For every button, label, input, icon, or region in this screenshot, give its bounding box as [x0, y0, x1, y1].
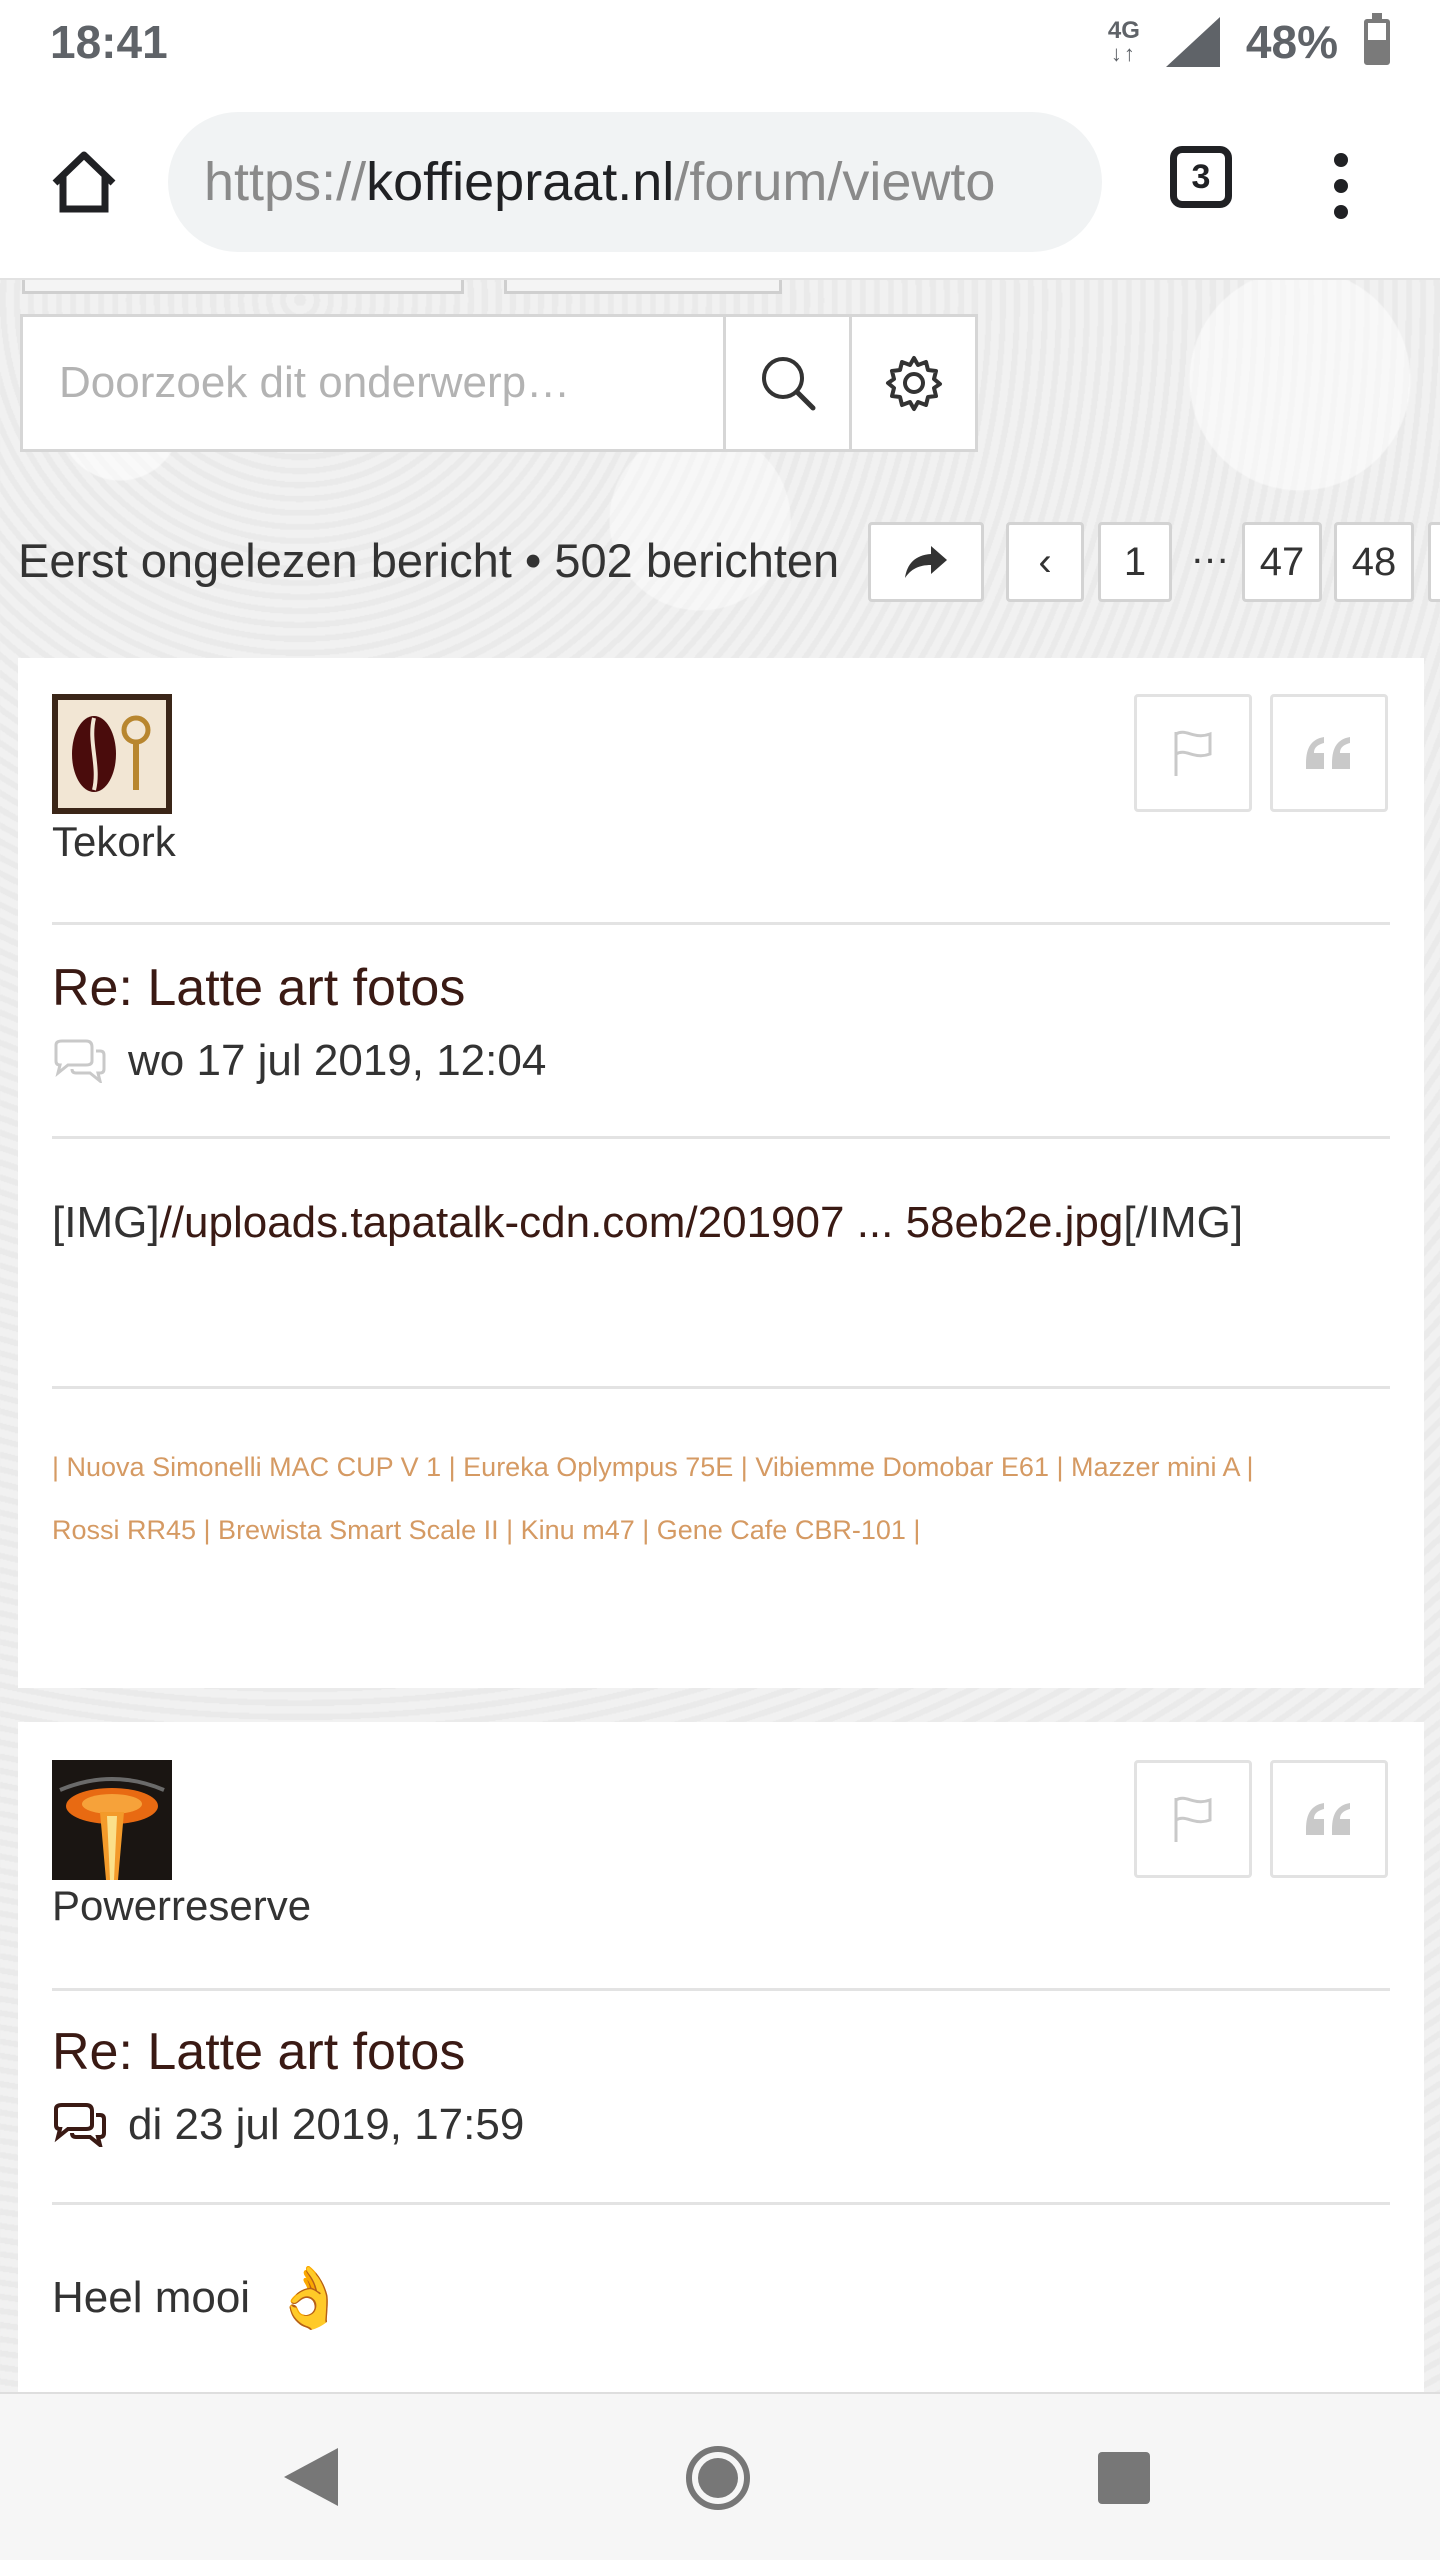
signature-divider [52, 1386, 1390, 1389]
espresso-pour-avatar-image [52, 1760, 172, 1880]
flag-icon [1174, 730, 1212, 776]
post-date: wo 17 jul 2019, 12:04 [128, 1036, 547, 1085]
quote-icon [1306, 1803, 1350, 1835]
img-tag-open: [IMG] [52, 1198, 160, 1247]
report-post-button[interactable] [1134, 1760, 1252, 1878]
search-button[interactable] [723, 317, 849, 449]
post-divider [52, 1136, 1390, 1139]
home-circle-icon [698, 2458, 738, 2498]
quote-post-button[interactable] [1270, 1760, 1388, 1878]
page-number: 48 [1351, 539, 1397, 584]
user-signature: | Nuova Simonelli MAC CUP V 1 | Eureka O… [52, 1436, 1392, 1562]
scrolled-button-stub[interactable] [504, 280, 782, 294]
network-type-label: 4G [1107, 17, 1140, 44]
status-bar: 18:41 4G ↓↑ 48% [0, 0, 1440, 84]
page-link-1[interactable]: 1 [1098, 522, 1172, 602]
image-link[interactable]: //uploads.tapatalk-cdn.com/201907 ... 58… [160, 1198, 1124, 1247]
page-number: 1 [1123, 539, 1147, 584]
signal-icon [1165, 17, 1220, 67]
home-button[interactable] [686, 2446, 750, 2510]
scrolled-off-buttons [22, 280, 782, 294]
quote-post-button[interactable] [1270, 694, 1388, 812]
share-arrow-icon [905, 546, 947, 578]
page-link-48[interactable]: 48 [1334, 522, 1414, 602]
url-host: koffiepraat.nl [366, 152, 675, 212]
speech-bubbles-icon [54, 2103, 106, 2147]
avatar[interactable] [52, 1760, 172, 1880]
post-author[interactable]: Powerreserve [52, 1882, 311, 1930]
report-post-button[interactable] [1134, 694, 1252, 812]
signature-line: Rossi RR45 | Brewista Smart Scale II | K… [52, 1515, 921, 1545]
forum-post: Powerreserve Re: Latte art fotos di 23 j… [18, 1722, 1424, 2392]
post-text: Heel mooi [52, 2272, 251, 2322]
post-title[interactable]: Re: Latte art fotos [52, 958, 465, 1018]
topic-search-box [20, 314, 978, 452]
speech-bubbles-icon [54, 1039, 106, 1083]
signature-line: | Nuova Simonelli MAC CUP V 1 | Eureka O… [52, 1452, 1254, 1482]
topic-search-input[interactable] [23, 317, 723, 449]
pagination-row: Eerst ongelezen bericht • 502 berichten … [18, 518, 1440, 602]
search-icon [761, 357, 815, 411]
url-scheme: https:// [204, 152, 367, 212]
browser-menu-button[interactable] [1316, 136, 1366, 236]
browser-toolbar: https://koffiepraat.nl/forum/viewto 3 [0, 84, 1440, 280]
pagination-ellipsis: … [1190, 528, 1230, 572]
ok-hand-emoji: 👌 [272, 2264, 347, 2331]
page-link-47[interactable]: 47 [1242, 522, 1322, 602]
status-icons: 4G ↓↑ 48% [1108, 13, 1390, 69]
share-button[interactable] [868, 522, 984, 602]
home-icon [52, 151, 116, 213]
previous-page-label: ‹ [1038, 539, 1052, 584]
flag-icon [1174, 1796, 1212, 1842]
address-bar[interactable]: https://koffiepraat.nl/forum/viewto [168, 112, 1102, 252]
topic-stats: Eerst ongelezen bericht • 502 berichten [18, 533, 840, 587]
page-link-next-partial[interactable] [1428, 522, 1440, 602]
back-button[interactable] [282, 2446, 340, 2513]
post-title[interactable]: Re: Latte art fotos [52, 2022, 465, 2082]
post-divider [52, 2202, 1390, 2205]
menu-dot [1334, 179, 1348, 193]
post-divider [52, 922, 1390, 925]
advanced-search-button[interactable] [849, 317, 975, 449]
post-meta: di 23 jul 2019, 17:59 [52, 2100, 524, 2150]
post-body: Heel mooi 👌 [52, 2262, 347, 2333]
battery-percentage: 48% [1245, 16, 1338, 68]
post-author[interactable]: Tekork [52, 818, 176, 866]
img-tag-close: [/IMG] [1123, 1198, 1244, 1247]
post-body: [IMG]//uploads.tapatalk-cdn.com/201907 .… [52, 1198, 1243, 1248]
avatar[interactable] [52, 694, 172, 814]
page-number: 47 [1259, 539, 1305, 584]
quote-icon [1306, 737, 1350, 769]
previous-page-button[interactable]: ‹ [1006, 522, 1084, 602]
coffee-bean-avatar-image [52, 694, 172, 814]
back-triangle-icon [284, 2448, 338, 2506]
network-type-indicator: 4G ↓↑ [1108, 19, 1140, 65]
recents-button[interactable] [1098, 2452, 1150, 2504]
browser-home-button[interactable] [42, 140, 126, 224]
menu-dot [1334, 153, 1348, 167]
data-arrows-icon: ↓↑ [1110, 41, 1137, 66]
battery-icon [1364, 13, 1390, 65]
tab-count: 3 [1191, 157, 1211, 196]
system-navigation-bar [0, 2392, 1440, 2560]
url-path: /forum/viewto [674, 152, 996, 212]
post-meta: wo 17 jul 2019, 12:04 [52, 1036, 546, 1086]
forum-post: Tekork Re: Latte art fotos wo 17 jul 201… [18, 658, 1424, 1688]
gear-icon [885, 356, 942, 411]
post-date: di 23 jul 2019, 17:59 [128, 2100, 525, 2149]
tab-switcher-button[interactable]: 3 [1170, 146, 1232, 208]
menu-dot [1334, 205, 1348, 219]
status-time: 18:41 [50, 16, 168, 68]
post-divider [52, 1988, 1390, 1991]
scrolled-button-stub[interactable] [22, 280, 464, 294]
